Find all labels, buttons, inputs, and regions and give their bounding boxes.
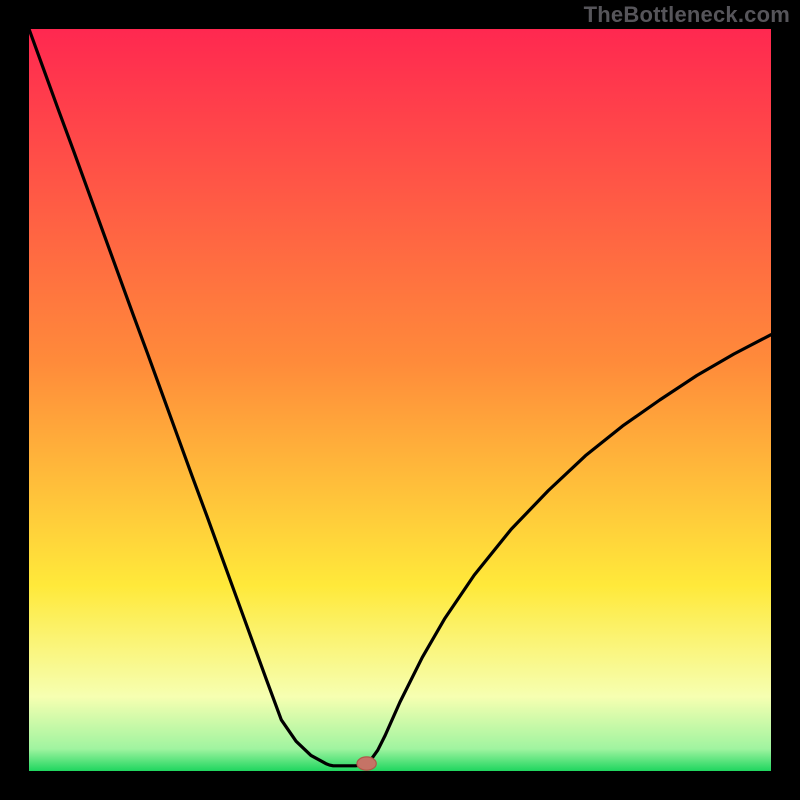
watermark-text: TheBottleneck.com bbox=[584, 2, 790, 28]
chart-frame: { "watermark": "TheBottleneck.com", "col… bbox=[0, 0, 800, 800]
bottleneck-chart bbox=[0, 0, 800, 800]
optimum-marker bbox=[357, 757, 376, 770]
